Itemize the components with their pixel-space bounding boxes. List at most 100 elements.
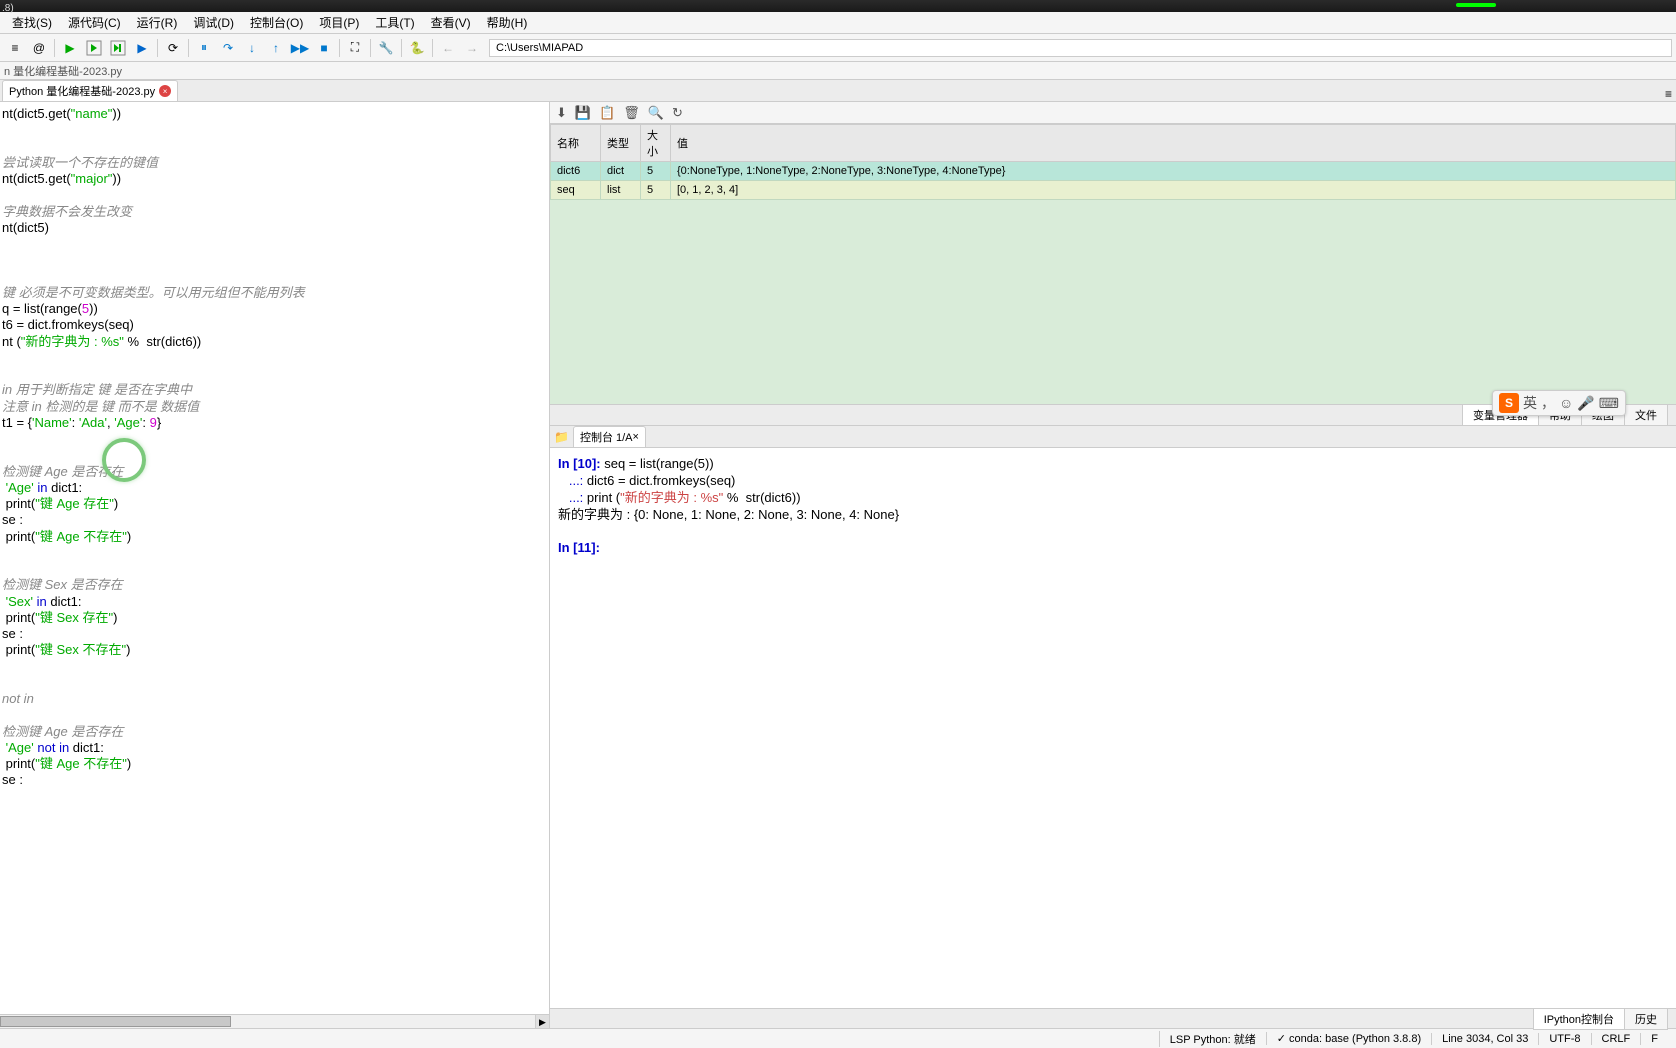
python-path-icon[interactable]: 🐍 [406,37,428,59]
outline-icon[interactable]: ≡ [4,37,26,59]
menu-item[interactable]: 工具(T) [367,12,422,33]
nav-back-icon[interactable]: ← [437,37,459,59]
menu-item[interactable]: 查看(V) [423,12,479,33]
scroll-right-icon[interactable]: ▶ [535,1015,549,1028]
emoji-icon[interactable]: ☺ [1559,395,1573,411]
import-data-icon[interactable]: ⬇ [556,105,567,121]
console-tab[interactable]: 控制台 1/A × [573,426,646,448]
working-dir-input[interactable] [489,39,1672,57]
code-line: se : [2,772,547,788]
code-line [2,139,547,155]
breadcrumb: n 量化编程基础-2023.py [0,62,1676,80]
code-line [2,675,547,691]
close-icon[interactable]: × [633,431,639,443]
at-icon[interactable]: @ [28,37,50,59]
continue-icon[interactable]: ▶▶ [289,37,311,59]
right-panel: ⬇ 💾 📋 🗑 🔍 ↻ 名称类型大小值 dict6dict5{0:NoneTyp… [550,102,1676,1028]
keyboard-icon[interactable]: ⌨ [1599,395,1619,412]
menu-item[interactable]: 控制台(O) [242,12,311,33]
menu-item[interactable]: 调试(D) [185,12,242,33]
code-line: 检测键 Age 是否存在 [2,464,547,480]
var-header[interactable]: 类型 [601,125,641,162]
code-line [2,447,547,463]
delete-all-icon[interactable]: 🗑 [623,105,640,121]
browse-icon[interactable]: 📁 [554,430,569,444]
editor-hscrollbar[interactable]: ▶ [0,1014,549,1028]
run-cell-icon[interactable] [83,37,105,59]
menu-item[interactable]: 源代码(C) [60,12,129,33]
debug-run-icon[interactable]: ▶ [131,37,153,59]
var-cell: dict [601,162,641,181]
var-cell: seq [551,181,601,200]
code-line: nt(dict5.get("name")) [2,106,547,122]
preferences-icon[interactable]: 🔧 [375,37,397,59]
console-header: 📁 控制台 1/A × [550,426,1676,448]
stop-icon[interactable]: ■ [313,37,335,59]
code-line [2,707,547,723]
code-line: 检测键 Sex 是否存在 [2,577,547,593]
debug-pause-icon[interactable]: ⏸ [193,37,215,59]
editor-panel: nt(dict5.get("name")) 尝试读取一个不存在的键值nt(dic… [0,102,550,1028]
lower-pane-tabs: IPython控制台历史 [550,1008,1676,1028]
ime-toolbar[interactable]: S 英 ， ☺ 🎤 ⌨ [1492,390,1626,416]
code-line: nt ("新的字典为 : %s" % str(dict6)) [2,334,547,350]
ime-punct[interactable]: ， [1541,393,1555,413]
status-encoding[interactable]: UTF-8 [1538,1033,1590,1045]
pane-tab[interactable]: 文件 [1624,404,1668,426]
status-lsp[interactable]: LSP Python: 就绪 [1159,1031,1266,1047]
code-line [2,350,547,366]
menu-item[interactable]: 帮助(H) [479,12,536,33]
code-line: print("键 Sex 存在") [2,610,547,626]
code-line: nt(dict5.get("major")) [2,171,547,187]
status-eol[interactable]: CRLF [1591,1033,1641,1045]
run-cell-advance-icon[interactable] [107,37,129,59]
mic-icon[interactable]: 🎤 [1577,395,1594,412]
code-line: se : [2,512,547,528]
var-row[interactable]: seqlist5[0, 1, 2, 3, 4] [551,181,1676,200]
close-icon[interactable]: × [159,85,171,97]
menu-item[interactable]: 运行(R) [129,12,186,33]
window-titlebar: .8) [0,0,1676,12]
bottom-tab[interactable]: 历史 [1624,1008,1668,1030]
statusbar: LSP Python: 就绪 ✓ conda: base (Python 3.8… [0,1028,1676,1048]
sogou-logo-icon[interactable]: S [1499,393,1519,413]
title-suffix: .8) [0,3,14,14]
run-icon[interactable]: ▶ [59,37,81,59]
console-line: ...: dict6 = dict.fromkeys(seq) [558,473,1668,490]
code-editor[interactable]: nt(dict5.get("name")) 尝试读取一个不存在的键值nt(dic… [0,102,549,1014]
progress-indicator [1456,3,1496,7]
code-line [2,122,547,138]
save-as-icon[interactable]: 📋 [599,105,615,121]
editor-tab[interactable]: Python 量化编程基础-2023.py × [2,80,178,101]
code-line [2,187,547,203]
var-cell: {0:NoneType, 1:NoneType, 2:NoneType, 3:N… [671,162,1676,181]
save-data-icon[interactable]: 💾 [575,105,591,121]
maximize-panel-icon[interactable]: ⛶ [344,37,366,59]
var-header[interactable]: 大小 [641,125,671,162]
status-conda[interactable]: ✓ conda: base (Python 3.8.8) [1266,1032,1431,1045]
tab-options-icon[interactable]: ≡ [1665,87,1672,101]
console-line [558,524,1668,541]
code-line: 注意 in 检测的是 键 而不是 数据值 [2,399,547,415]
code-line: print("键 Age 不存在") [2,529,547,545]
var-header[interactable]: 名称 [551,125,601,162]
menu-item[interactable]: 查找(S) [4,12,60,33]
search-icon[interactable]: 🔍 [648,105,664,121]
main-area: nt(dict5.get("name")) 尝试读取一个不存在的键值nt(dic… [0,102,1676,1028]
var-header[interactable]: 值 [671,125,1676,162]
var-row[interactable]: dict6dict5{0:NoneType, 1:NoneType, 2:Non… [551,162,1676,181]
scrollbar-thumb[interactable] [0,1016,231,1027]
code-line: print("键 Age 不存在") [2,756,547,772]
code-line [2,236,547,252]
ipython-console[interactable]: In [10]: seq = list(range(5)) ...: dict6… [550,448,1676,1008]
toolbar: ≡ @ ▶ ▶ ⟳ ⏸ ↷ ↓ ↑ ▶▶ ■ ⛶ 🔧 🐍 ← → [0,34,1676,62]
step-into-icon[interactable]: ↓ [241,37,263,59]
restart-icon[interactable]: ⟳ [162,37,184,59]
step-over-icon[interactable]: ↷ [217,37,239,59]
bottom-tab[interactable]: IPython控制台 [1533,1008,1625,1030]
refresh-icon[interactable]: ↻ [672,105,683,121]
menu-item[interactable]: 项目(P) [311,12,367,33]
ime-lang[interactable]: 英 [1523,393,1537,413]
nav-forward-icon[interactable]: → [461,37,483,59]
step-out-icon[interactable]: ↑ [265,37,287,59]
